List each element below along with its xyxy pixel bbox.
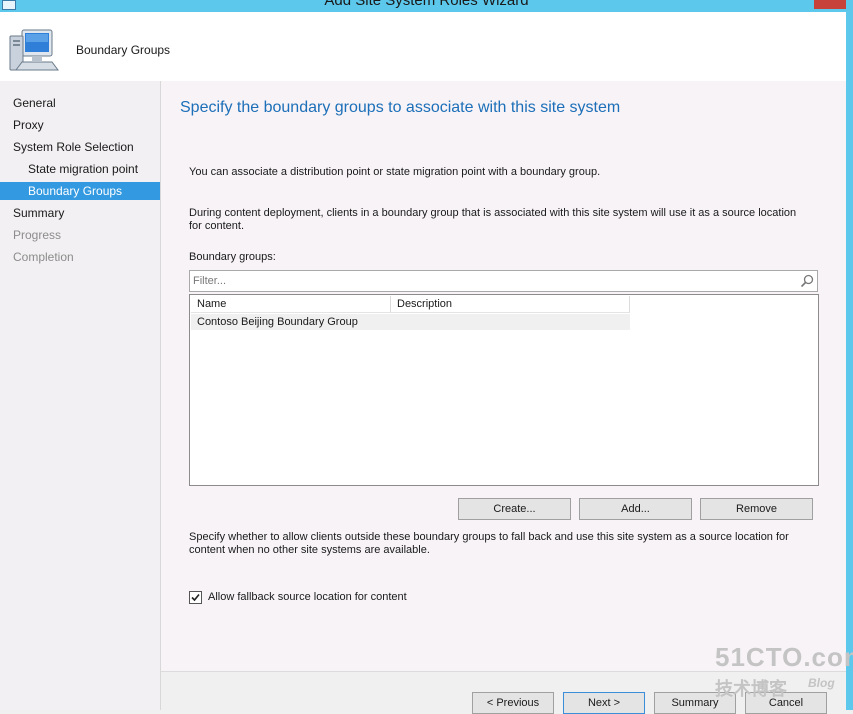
row-name-cell: Contoso Beijing Boundary Group	[197, 316, 358, 328]
nav-item-system-role-selection[interactable]: System Role Selection	[0, 138, 160, 156]
nav-item-completion: Completion	[13, 250, 74, 264]
close-button[interactable]	[814, 0, 846, 9]
previous-button[interactable]: < Previous	[472, 692, 554, 714]
remove-button[interactable]: Remove	[700, 498, 813, 520]
wizard-header: Boundary Groups	[0, 12, 846, 81]
row-description-cell	[391, 314, 630, 330]
nav-item-state-migration-point[interactable]: State migration point	[0, 160, 160, 178]
title-bar: Add Site System Roles Wizard	[0, 0, 853, 12]
add-button[interactable]: Add...	[579, 498, 692, 520]
fallback-note: Specify whether to allow clients outside…	[189, 531, 789, 556]
wizard-nav: General Proxy System Role Selection Stat…	[0, 81, 161, 710]
column-header-description[interactable]: Description	[391, 296, 630, 313]
table-row[interactable]: Contoso Beijing Boundary Group	[191, 314, 630, 330]
filter-box	[189, 270, 818, 292]
computer-icon	[9, 29, 59, 71]
window-title: Add Site System Roles Wizard	[324, 0, 529, 9]
filter-input[interactable]	[193, 273, 788, 289]
nav-item-boundary-groups[interactable]: Boundary Groups	[0, 182, 160, 200]
nav-item-general[interactable]: General	[0, 94, 160, 112]
allow-fallback-label[interactable]: Allow fallback source location for conte…	[208, 591, 407, 604]
deployment-note: During content deployment, clients in a …	[189, 207, 797, 232]
page-title: Specify the boundary groups to associate…	[180, 99, 621, 116]
checkmark-icon	[191, 593, 200, 602]
nav-item-proxy[interactable]: Proxy	[0, 116, 160, 134]
watermark-site: 51CTO.com	[715, 642, 853, 672]
window-border	[846, 12, 853, 710]
boundary-groups-label: Boundary groups:	[189, 251, 276, 263]
watermark-blog: Blog	[808, 676, 835, 690]
column-header-name[interactable]: Name	[191, 296, 391, 313]
allow-fallback-checkbox[interactable]	[189, 591, 202, 604]
create-button[interactable]: Create...	[458, 498, 571, 520]
search-icon[interactable]	[800, 274, 814, 288]
boundary-groups-list[interactable]: Name Description Contoso Beijing Boundar…	[189, 294, 819, 486]
nav-item-progress: Progress	[13, 228, 62, 242]
next-button[interactable]: Next >	[563, 692, 645, 714]
intro-text: You can associate a distribution point o…	[189, 166, 601, 178]
nav-item-summary[interactable]: Summary	[0, 204, 160, 222]
watermark-subtitle: 技术博客	[715, 679, 787, 699]
header-title: Boundary Groups	[76, 43, 171, 57]
wizard-content: Specify the boundary groups to associate…	[161, 81, 846, 671]
